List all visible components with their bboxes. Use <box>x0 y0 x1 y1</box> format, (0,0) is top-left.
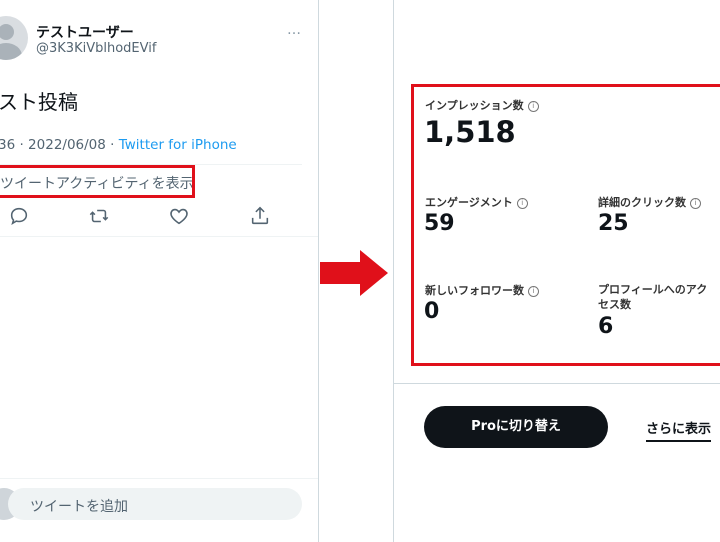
profile-visits-label-line-2: セス数 <box>598 298 631 311</box>
divider <box>394 383 720 384</box>
new-followers-value: 0 <box>424 299 440 324</box>
retweet-icon[interactable] <box>88 205 110 227</box>
engagement-value: 59 <box>424 211 455 236</box>
like-icon[interactable] <box>168 205 190 227</box>
info-icon[interactable]: i <box>516 198 528 209</box>
profile-visits-label-line-1: プロフィールへのアク <box>598 283 708 296</box>
impressions-value: 1,518 <box>424 115 516 149</box>
more-options-icon[interactable]: … <box>287 22 302 38</box>
tweet-meta: 36 · 2022/06/08 · Twitter for iPhone <box>0 137 237 153</box>
detail-clicks-value: 25 <box>598 211 629 236</box>
impressions-label: インプレッション数 i <box>425 97 539 113</box>
reply-icon[interactable] <box>8 205 30 227</box>
user-name[interactable]: テストユーザー <box>36 22 134 42</box>
detail-clicks-label: 詳細のクリック数 i <box>598 194 701 210</box>
tweet-timestamp[interactable]: 36 · 2022/06/08 · <box>0 137 119 153</box>
tweet-source-link[interactable]: Twitter for iPhone <box>119 137 237 153</box>
arrow-right-icon <box>320 250 388 296</box>
profile-visits-value: 6 <box>598 314 614 339</box>
reply-placeholder[interactable]: ツイートを追加 <box>30 496 128 516</box>
tweet-panel: テストユーザー @3K3KiVblhodEVif … スト投稿 36 · 202… <box>0 0 319 542</box>
info-icon[interactable]: i <box>527 101 539 112</box>
highlight-box <box>0 165 195 198</box>
new-followers-label: 新しいフォロワー数 i <box>425 282 539 298</box>
tweet-text: スト投稿 <box>0 90 78 114</box>
share-icon[interactable] <box>249 205 271 227</box>
avatar-body-shape <box>0 43 22 60</box>
info-icon[interactable]: i <box>528 286 539 297</box>
avatar[interactable] <box>0 16 28 60</box>
show-more-link[interactable]: さらに表示 <box>646 418 712 442</box>
info-icon[interactable]: i <box>690 198 701 209</box>
divider <box>0 478 318 479</box>
switch-to-pro-button[interactable]: Proに切り替え <box>424 406 608 448</box>
analytics-panel: インプレッション数 i 1,518 エンゲージメント i 59 詳細のクリック数 i … <box>393 0 720 542</box>
divider <box>0 236 318 237</box>
avatar-head-shape <box>0 24 14 40</box>
engagement-label: エンゲージメント i <box>425 194 528 210</box>
user-handle[interactable]: @3K3KiVblhodEVif <box>36 41 156 56</box>
